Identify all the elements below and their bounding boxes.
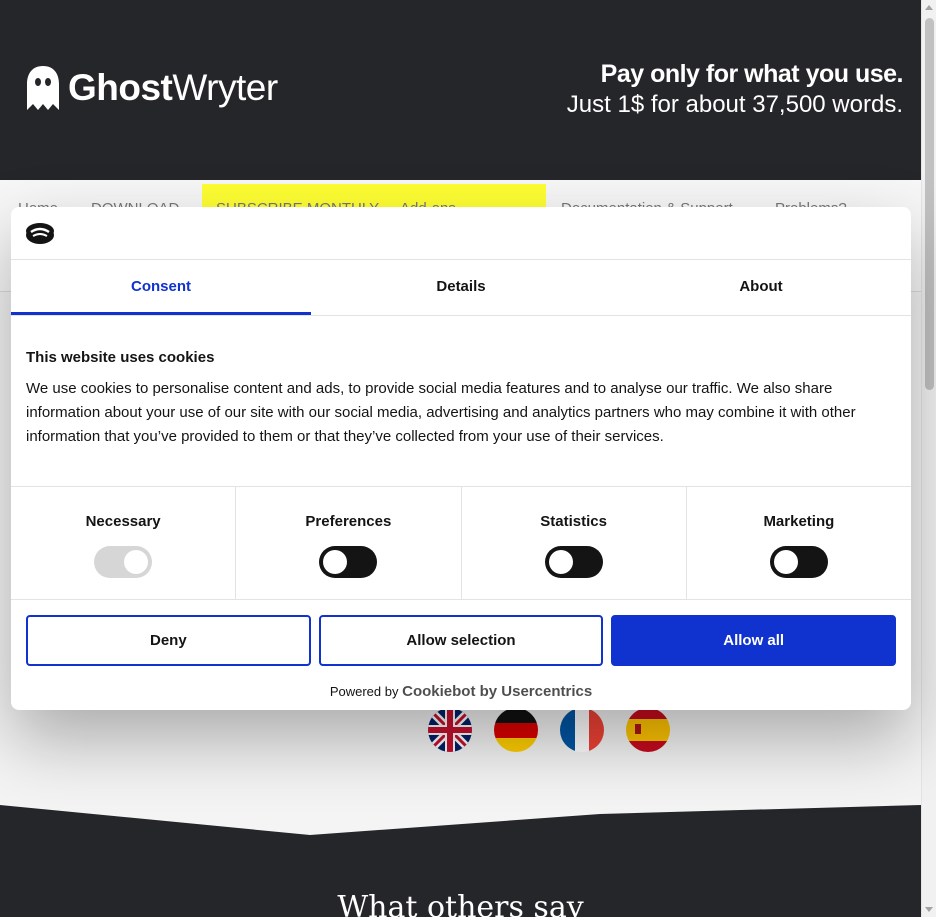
french-flag-icon[interactable] [560,708,604,752]
tagline-line1: Pay only for what you use. [600,60,904,88]
toggle-group-statistics: Statistics [462,487,687,599]
cookie-consent-dialog: Consent Details About This website uses … [11,207,911,710]
toggle-group-preferences: Preferences [236,487,462,599]
switch-knob [124,550,149,574]
tab-details[interactable]: Details [311,260,611,315]
toggle-group-necessary: Necessary [11,487,237,599]
tab-consent[interactable]: Consent [11,260,311,315]
consent-heading: This website uses cookies [26,349,215,366]
tab-about[interactable]: About [611,260,911,315]
logo-text: GhostWryter [68,67,278,108]
toggle-label-statistics: Statistics [540,513,607,530]
powered-by: Powered by Cookiebot by Usercentrics [11,683,911,700]
dialog-header [11,207,911,260]
cookiebot-logo-icon [26,223,54,244]
allow-selection-button[interactable]: Allow selection [318,615,604,666]
marketing-switch[interactable] [769,546,828,578]
site-logo[interactable]: GhostWryter [24,64,278,112]
toggle-label-necessary: Necessary [85,513,161,530]
scroll-down-icon[interactable] [925,907,933,912]
consent-buttons: Deny Allow selection Allow all [11,600,911,666]
scroll-thumb[interactable] [925,18,934,390]
language-flags [428,708,670,752]
tagline-line2: Just 1$ for about 37,500 words. [566,91,903,118]
toggle-label-preferences: Preferences [305,513,392,530]
preferences-switch[interactable] [319,546,378,578]
uk-flag-icon[interactable] [428,708,472,752]
deny-button[interactable]: Deny [26,615,311,666]
toggle-group-marketing: Marketing [687,487,911,599]
ghost-logo-icon [27,66,59,110]
switch-knob [773,550,798,574]
switch-knob [548,550,573,574]
toggle-label-marketing: Marketing [763,513,835,530]
necessary-switch [94,546,153,578]
consent-body: This website uses cookies We use cookies… [11,316,911,487]
powered-by-prefix: Powered by [329,684,399,699]
consent-description: We use cookies to personalise content an… [26,380,856,445]
german-flag-icon[interactable] [494,708,538,752]
allow-all-button[interactable]: Allow all [611,615,897,666]
site-header: GhostWryter Pay only for what you use. J… [0,0,921,180]
switch-knob [323,550,348,574]
dialog-tabs: Consent Details About [11,260,911,316]
pricing-tagline: Pay only for what you use. Just 1$ for a… [566,60,904,119]
consent-toggles: Necessary Preferences Statistics Marketi… [11,487,911,600]
testimonials-heading: What others say [337,890,584,917]
spanish-flag-icon[interactable] [626,708,670,752]
page-scrollbar[interactable] [921,0,936,917]
scroll-up-icon[interactable] [925,5,933,10]
cookiebot-link[interactable]: Cookiebot by Usercentrics [402,683,592,700]
statistics-switch[interactable] [544,546,603,578]
